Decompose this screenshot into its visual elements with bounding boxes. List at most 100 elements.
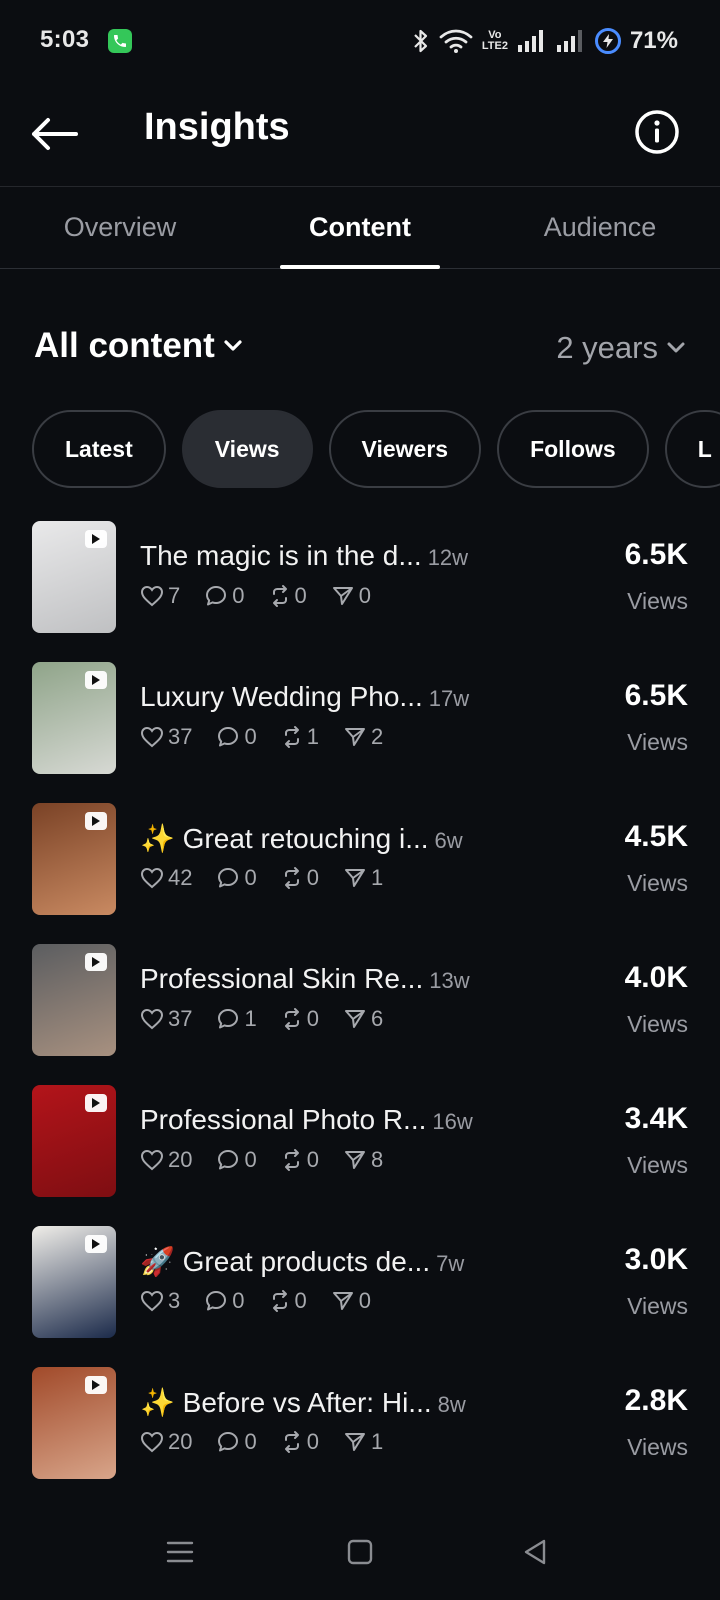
likes-stat: 42: [140, 865, 192, 891]
post-age: 12w: [427, 545, 469, 570]
post-row[interactable]: The magic is in the d... 12w 7 0 0 0 6.5K Views: [0, 520, 720, 633]
share-icon: [343, 1148, 367, 1172]
comment-icon: [204, 1289, 228, 1313]
recent-apps-button[interactable]: [150, 1530, 210, 1574]
post-stats: 20 0 0 1: [140, 1429, 407, 1455]
repost-icon: [281, 866, 303, 890]
tab-content[interactable]: Content: [240, 187, 480, 269]
reposts-stat: 0: [281, 865, 319, 891]
shares-stat: 6: [343, 1006, 383, 1032]
comment-icon: [216, 1430, 240, 1454]
app-header: Insights: [0, 82, 720, 186]
post-thumbnail[interactable]: [32, 1226, 116, 1338]
signal-strength-icon: [517, 30, 543, 52]
views-value: 3.4K: [624, 1102, 688, 1135]
video-play-icon: [85, 1094, 107, 1112]
tab-audience[interactable]: Audience: [480, 187, 720, 268]
comments-count: 1: [244, 1006, 257, 1031]
info-button[interactable]: [632, 107, 682, 157]
comments-count: 0: [232, 1288, 245, 1313]
status-time: 5:03: [40, 26, 90, 53]
post-title-text: 🚀 Great products de...: [140, 1246, 431, 1277]
views-label: Views: [627, 1293, 688, 1319]
post-thumbnail[interactable]: [32, 944, 116, 1056]
video-play-icon: [85, 1376, 107, 1394]
likes-stat: 20: [140, 1429, 192, 1455]
post-title-text: ✨ Before vs After: Hi...: [140, 1387, 432, 1418]
post-row[interactable]: Luxury Wedding Pho... 17w 37 0 1 2 6.5K Views: [0, 661, 720, 774]
views-value: 6.5K: [624, 538, 688, 571]
reposts-count: 0: [306, 865, 319, 890]
likes-count: 7: [168, 583, 181, 608]
post-title: Luxury Wedding Pho... 17w: [140, 681, 469, 713]
comment-icon: [216, 725, 240, 749]
share-icon: [343, 866, 367, 890]
repost-icon: [269, 584, 291, 608]
post-row[interactable]: ✨ Before vs After: Hi... 8w 20 0 0 1 2.8K Views: [0, 1366, 720, 1479]
share-icon: [343, 1430, 367, 1454]
likes-stat: 37: [140, 724, 192, 750]
post-row[interactable]: Professional Skin Re... 13w 37 1 0 6 4.0K Views: [0, 943, 720, 1056]
repost-icon: [281, 1430, 303, 1454]
comment-icon: [216, 1007, 240, 1031]
reposts-count: 0: [294, 583, 307, 608]
video-play-icon: [85, 812, 107, 830]
triangle-back-icon: [524, 1539, 546, 1565]
chip-more[interactable]: L: [664, 410, 720, 488]
post-thumbnail[interactable]: [32, 521, 116, 633]
battery-saver-icon: [594, 28, 621, 54]
shares-count: 1: [370, 865, 384, 890]
post-thumbnail[interactable]: [32, 803, 116, 915]
chip-follows[interactable]: Follows: [497, 410, 649, 488]
repost-icon: [281, 1007, 303, 1031]
back-button[interactable]: [26, 108, 82, 160]
post-title-text: Luxury Wedding Pho...: [140, 681, 423, 712]
home-button[interactable]: [330, 1530, 390, 1574]
reposts-stat: 0: [281, 1006, 319, 1032]
post-stats: 42 0 0 1: [140, 865, 407, 891]
likes-count: 37: [168, 1006, 193, 1031]
shares-count: 6: [370, 1006, 384, 1031]
likes-stat: 7: [140, 583, 180, 609]
time-period-dropdown[interactable]: 2 years: [556, 330, 686, 366]
post-title-text: ✨ Great retouching i...: [140, 823, 429, 854]
post-thumbnail[interactable]: [32, 1367, 116, 1479]
comments-count: 0: [232, 583, 245, 608]
share-icon: [331, 1289, 355, 1313]
chip-viewers[interactable]: Viewers: [328, 410, 482, 488]
comment-icon: [216, 1148, 240, 1172]
post-age: 13w: [429, 968, 470, 993]
post-row[interactable]: Professional Photo R... 16w 20 0 0 8 3.4K Views: [0, 1084, 720, 1197]
back-nav-button[interactable]: [505, 1530, 565, 1574]
metric-chips: Latest Views Viewers Follows L: [32, 410, 720, 490]
status-bar: 5:03 Vo LTE2 71%: [0, 0, 720, 82]
time-period-label: 2 years: [556, 330, 658, 365]
post-thumbnail[interactable]: [32, 1085, 116, 1197]
tab-overview[interactable]: Overview: [0, 187, 240, 268]
heart-icon: [140, 1149, 164, 1171]
chip-views[interactable]: Views: [181, 410, 313, 488]
comments-stat: 0: [216, 724, 257, 750]
content-type-dropdown[interactable]: All content: [34, 326, 243, 366]
post-stats: 7 0 0 0: [140, 583, 395, 609]
menu-icon: [166, 1541, 194, 1563]
chip-latest[interactable]: Latest: [32, 410, 166, 488]
post-row[interactable]: 🚀 Great products de... 7w 3 0 0 0 3.0K Views: [0, 1225, 720, 1338]
post-thumbnail[interactable]: [32, 662, 116, 774]
comments-count: 0: [244, 1429, 257, 1454]
post-row[interactable]: ✨ Great retouching i... 6w 42 0 0 1 4.5K Views: [0, 802, 720, 915]
heart-icon: [140, 1431, 164, 1453]
post-stats: 3 0 0 0: [140, 1288, 395, 1314]
post-title: ✨ Before vs After: Hi... 8w: [140, 1386, 466, 1419]
insights-tabs: Overview Content Audience: [0, 186, 720, 269]
shares-count: 2: [370, 724, 384, 749]
signal-strength-icon-2: [556, 30, 582, 52]
heart-icon: [140, 867, 164, 889]
battery-level: 71%: [629, 27, 678, 54]
views-label: Views: [627, 1434, 688, 1460]
comments-stat: 0: [204, 583, 245, 609]
reposts-count: 1: [306, 724, 319, 749]
repost-icon: [269, 1289, 291, 1313]
likes-stat: 37: [140, 1006, 192, 1032]
shares-stat: 2: [343, 724, 383, 750]
